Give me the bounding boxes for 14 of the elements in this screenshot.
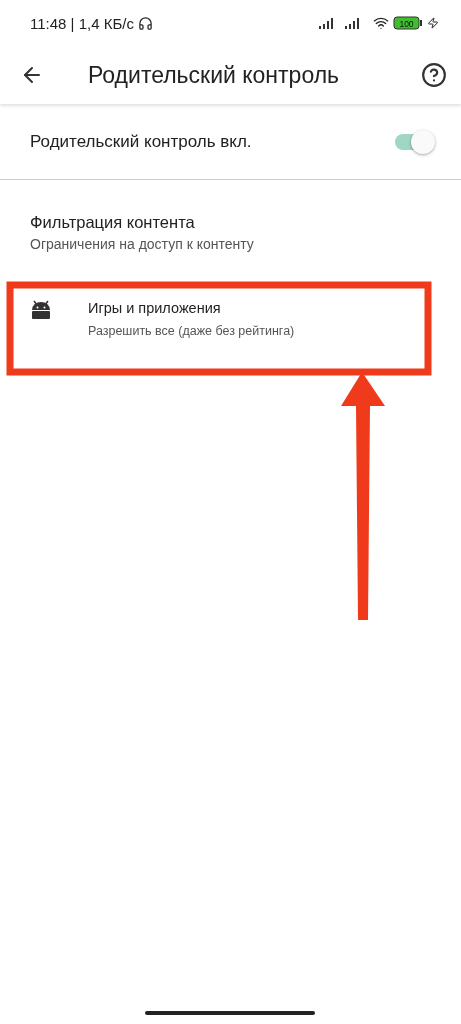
section-subtitle: Ограничения на доступ к контенту bbox=[30, 236, 255, 252]
wifi-icon bbox=[373, 15, 389, 31]
battery-icon: 100 bbox=[393, 16, 423, 30]
help-icon[interactable] bbox=[421, 62, 447, 88]
status-time: 11:48 | 1,4 КБ/с bbox=[30, 14, 134, 32]
headphones-icon bbox=[137, 15, 153, 31]
item-subtitle: Разрешить все (даже без рейтинга) bbox=[88, 324, 295, 338]
section-title: Фильтрация контента bbox=[30, 213, 196, 232]
switch-label: Родительский контроль вкл. bbox=[30, 131, 253, 152]
window-title: Родительский контроль bbox=[88, 61, 341, 89]
list-item[interactable]: Игры и приложения Разрешить все (даже без рейтинга) bbox=[0, 252, 461, 360]
charging-icon bbox=[427, 17, 439, 29]
item-title: Игры и приложения bbox=[88, 300, 222, 316]
robot-icon bbox=[30, 300, 52, 320]
